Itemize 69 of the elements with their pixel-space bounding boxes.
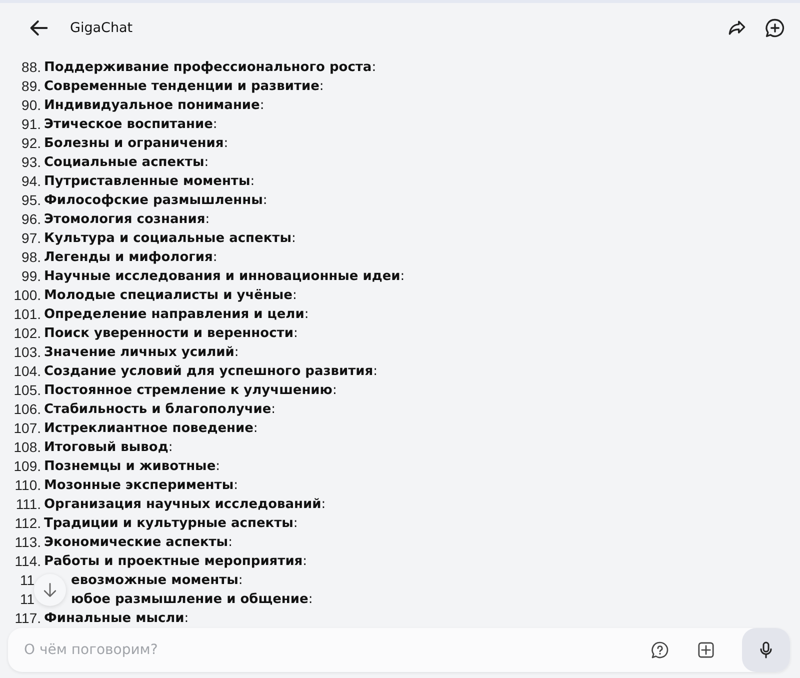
list-item-text: Значение личных усилий: — [44, 344, 239, 362]
list-item-text: Познемцы и животные: — [44, 458, 220, 476]
down-arrow-icon — [41, 581, 59, 599]
message-input-bar[interactable]: О чём поговорим? — [8, 628, 790, 672]
list-number: 94. — [20, 172, 42, 191]
list-number: 90. — [20, 96, 42, 115]
list-item-text: Этическое воспитание: — [44, 116, 218, 134]
list-item-text: Создание условий для успешного развития: — [44, 363, 378, 381]
list-item-text: Этомология сознания: — [44, 211, 210, 229]
list-item-text: Путриставленные моменты: — [44, 173, 255, 191]
list-number: 89. — [20, 77, 42, 96]
list-number: 95. — [20, 191, 42, 210]
list-number: 110. — [14, 476, 42, 495]
list-item-text: Истреклиантное поведение: — [44, 420, 258, 438]
list-item-text: Постоянное стремление к улучшению: — [44, 382, 337, 400]
list-item-text: Работы и проектные мероприятия: — [44, 553, 308, 571]
list-item-text: Болезны и ограничения: — [44, 135, 228, 153]
list-number: 11 — [19, 590, 36, 609]
list-item-text: евозможные моменты: — [70, 572, 243, 590]
list-number: 109. — [12, 457, 42, 476]
list-number: 11 — [19, 571, 36, 590]
list-number: 112. — [14, 514, 42, 533]
list-number: 114. — [14, 552, 42, 571]
list-number: 104. — [12, 362, 42, 381]
list-number: 97. — [20, 229, 42, 248]
scroll-down-button[interactable] — [34, 574, 66, 606]
list-item-text: Социальные аспекты: — [44, 154, 209, 172]
help-icon[interactable] — [650, 640, 670, 660]
list-item-text: Традиции и культурные аспекты: — [44, 515, 298, 533]
list-number: 101. — [12, 305, 42, 324]
microphone-button[interactable] — [742, 628, 790, 672]
list-item-text: Легенды и мифология: — [44, 249, 218, 267]
new-chat-icon[interactable] — [764, 17, 786, 40]
list-item-text: Научные исследования и инновационные идеи: — [44, 268, 405, 286]
list-number: 92. — [20, 134, 42, 153]
list-item-text: Молодые специалисты и учёные: — [44, 287, 297, 305]
message-input[interactable]: О чём поговорим? — [22, 641, 650, 659]
list-item-text: Поиск уверенности и веренности: — [44, 325, 298, 343]
list-item-text: Стабильность и благополучие: — [44, 401, 276, 419]
list-item-text: юбое размышление и общение: — [70, 591, 313, 609]
add-attachment-icon[interactable] — [696, 640, 716, 660]
list-item-text: Итоговый вывод: — [44, 439, 173, 457]
list-item-text: Определение направления и цели: — [44, 306, 309, 324]
list-item-text: Финальные мысли: — [44, 610, 189, 628]
list-number: 93. — [20, 153, 42, 172]
list-item-text: Философские размышленны: — [44, 192, 268, 210]
list-number: 103. — [12, 343, 42, 362]
list-item-text: Современные тенденции и развитие: — [44, 78, 324, 96]
list-number: 96. — [20, 210, 42, 229]
chat-title: GigaChat — [70, 20, 133, 36]
list-item-text: Организация научных исследований: — [44, 496, 326, 514]
list-number: 91. — [20, 115, 42, 134]
list-item-text: Культура и социальные аспекты: — [44, 230, 296, 248]
list-item-text: Индивидуальное понимание: — [44, 97, 264, 115]
list-item-text: Поддерживание профессионального роста: — [44, 59, 376, 77]
list-item-text: Экономические аспекты: — [44, 534, 232, 552]
list-number: 107. — [12, 419, 42, 438]
list-number: 100. — [12, 286, 42, 305]
list-number: 102. — [12, 324, 42, 343]
list-item-text: Мозонные эксперименты: — [44, 477, 238, 495]
list-number: 108. — [12, 438, 42, 457]
list-number: 111. — [14, 495, 42, 514]
list-number: 98. — [20, 248, 42, 267]
list-number: 117. — [14, 609, 42, 628]
list-number: 105. — [12, 381, 42, 400]
list-number: 113. — [14, 533, 42, 552]
list-number: 88. — [20, 58, 42, 77]
list-number: 99. — [20, 267, 42, 286]
list-number: 106. — [12, 400, 42, 419]
